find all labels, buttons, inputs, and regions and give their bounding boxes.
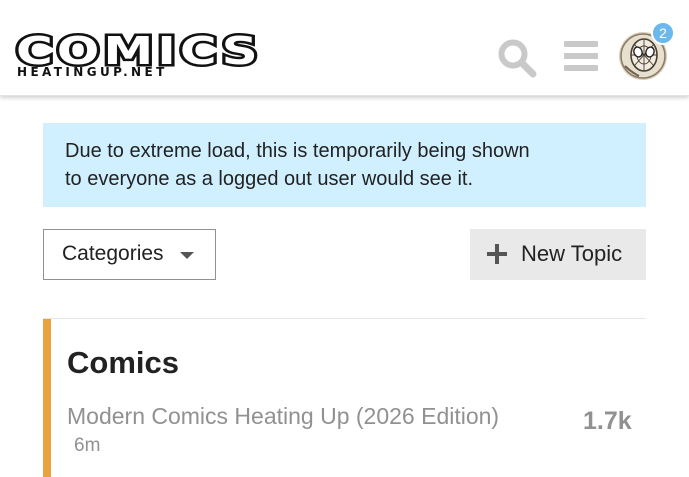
site-header: COMICS HEATINGUP.NET 2 bbox=[0, 0, 689, 96]
hamburger-menu-icon bbox=[564, 41, 598, 71]
new-topic-button[interactable]: New Topic bbox=[470, 229, 646, 280]
search-button[interactable] bbox=[497, 38, 539, 78]
new-topic-label: New Topic bbox=[521, 241, 623, 266]
category-color-bar bbox=[43, 319, 51, 477]
topic-count: 1.7k bbox=[583, 407, 632, 435]
plus-icon bbox=[487, 244, 507, 264]
logo-wordmark: COMICS bbox=[13, 29, 262, 73]
category-row: Comics Modern Comics Heating Up (2026 Ed… bbox=[43, 319, 646, 477]
notification-badge[interactable]: 2 bbox=[651, 21, 675, 45]
caret-down-icon bbox=[180, 252, 194, 259]
site-logo[interactable]: COMICS HEATINGUP.NET bbox=[13, 30, 261, 79]
categories-dropdown[interactable]: Categories bbox=[43, 229, 216, 280]
notice-line-2: to everyone as a logged out user would s… bbox=[65, 168, 474, 190]
hamburger-menu-button[interactable] bbox=[562, 38, 600, 74]
latest-topic-age[interactable]: 6m bbox=[74, 435, 100, 457]
categories-label: Categories bbox=[62, 242, 164, 265]
logo-subtitle: HEATINGUP.NET bbox=[17, 65, 168, 79]
load-notice-banner: Due to extreme load, this is temporarily… bbox=[43, 123, 646, 207]
notice-line-1: Due to extreme load, this is temporarily… bbox=[65, 140, 530, 162]
latest-topic-link[interactable]: Modern Comics Heating Up (2026 Edition) bbox=[67, 403, 499, 430]
search-icon bbox=[498, 39, 537, 78]
category-name-link[interactable]: Comics bbox=[67, 345, 179, 381]
